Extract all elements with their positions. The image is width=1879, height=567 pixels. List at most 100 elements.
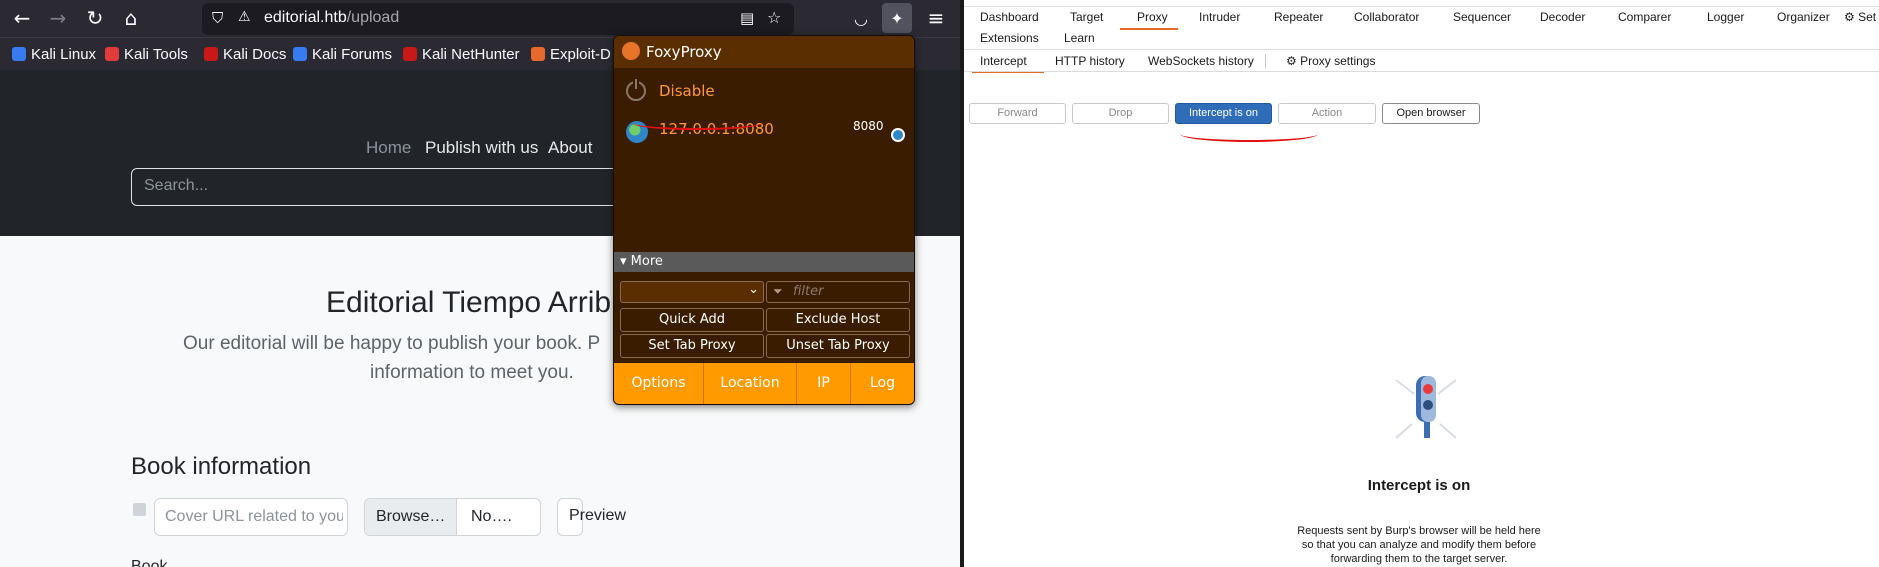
red-underline-annotation <box>1180 126 1318 142</box>
subtab-divider <box>1265 54 1266 68</box>
broken-image-icon <box>133 503 146 516</box>
foxyproxy-logo-icon <box>622 42 640 60</box>
tab-extensions[interactable]: Extensions <box>980 31 1039 45</box>
subtab-intercept[interactable]: Intercept <box>980 54 1027 68</box>
tab-learn[interactable]: Learn <box>1064 31 1095 45</box>
file-name-label: No…. <box>471 508 512 525</box>
cover-url-input[interactable]: Cover URL related to your <box>154 498 348 536</box>
options-tab[interactable]: Options <box>614 363 704 404</box>
menu-icon[interactable]: ≡ <box>920 2 952 34</box>
disable-option[interactable]: Disable <box>659 82 715 100</box>
foxyproxy-popup: FoxyProxy Disable 127.0.0.1:8080 8080 ▾ … <box>613 35 915 405</box>
file-input[interactable]: Browse… No…. <box>364 498 541 536</box>
page-subtitle-line1: Our editorial will be happy to publish y… <box>183 333 601 354</box>
subtab-http-history[interactable]: HTTP history <box>1055 54 1125 68</box>
book-label: Book <box>131 558 168 567</box>
tab-row-separator <box>964 49 1879 50</box>
proxy-settings-label: Proxy settings <box>1300 54 1376 68</box>
nav-home-link[interactable]: Home <box>366 138 411 158</box>
reload-icon[interactable]: ↻ <box>79 2 111 34</box>
kali-docs-icon <box>204 47 218 61</box>
insecure-lock-icon[interactable]: ⚠ <box>238 9 251 25</box>
nav-publish-link[interactable]: Publish with us <box>425 138 538 158</box>
subtab-proxy-settings[interactable]: ⚙ Proxy settings <box>1286 54 1375 68</box>
url-path: /upload <box>346 9 400 26</box>
forward-button[interactable]: Forward <box>969 103 1066 124</box>
firefox-window: ← → ↻ ⌂ ⛉ ⚠ editorial.htb/upload ▤ ☆ ◡ ✦… <box>0 0 960 567</box>
exploit-db-icon <box>531 47 545 61</box>
power-icon[interactable] <box>626 79 646 101</box>
log-tab[interactable]: Log <box>851 363 914 404</box>
kali-dragon-icon <box>12 47 26 61</box>
tab-target[interactable]: Target <box>1070 10 1103 24</box>
foxyproxy-bottom-bar: Options Location IP Log <box>614 363 914 404</box>
forward-arrow-icon[interactable]: → <box>42 2 74 34</box>
pocket-icon[interactable]: ◡ <box>845 2 877 34</box>
page-title: Editorial Tiempo Arrib <box>326 286 612 319</box>
set-tab-proxy-button[interactable]: Set Tab Proxy <box>620 334 764 358</box>
gear-icon: ⚙ <box>1286 54 1297 68</box>
active-tab-indicator <box>1120 28 1178 30</box>
browser-toolbar: ← → ↻ ⌂ ⛉ ⚠ editorial.htb/upload ▤ ☆ ◡ ✦… <box>0 0 960 37</box>
intercept-toggle-button[interactable]: Intercept is on <box>1175 103 1272 124</box>
chevron-down-icon: ⌄ <box>748 282 759 297</box>
page-subtitle-line2: information to meet you. <box>370 362 574 383</box>
browse-button[interactable]: Browse… <box>365 499 457 535</box>
more-section-header[interactable]: ▾ More <box>614 252 914 272</box>
bookmark-kali-forums[interactable]: Kali Forums <box>293 46 392 63</box>
home-icon[interactable]: ⌂ <box>115 2 147 34</box>
open-browser-button[interactable]: Open browser <box>1382 103 1480 124</box>
ip-tab[interactable]: IP <box>797 363 851 404</box>
bookmark-kali-linux[interactable]: Kali Linux <box>12 46 96 63</box>
kali-nethunter-icon <box>403 47 417 61</box>
red-underline-annotation <box>632 116 762 130</box>
tab-settings[interactable]: ⚙ Set <box>1844 10 1876 24</box>
tab-collaborator[interactable]: Collaborator <box>1354 10 1419 24</box>
drop-button[interactable]: Drop <box>1072 103 1169 124</box>
burp-suite-window: Dashboard Target Proxy Intruder Repeater… <box>964 0 1879 567</box>
tab-logger[interactable]: Logger <box>1707 10 1744 24</box>
foxyproxy-header: FoxyProxy <box>614 36 914 68</box>
quick-add-button[interactable]: Quick Add <box>620 308 764 332</box>
url-bar[interactable]: ⛉ ⚠ editorial.htb/upload ▤ ☆ <box>202 3 794 35</box>
subtab-row-separator <box>964 71 1879 72</box>
kali-forums-icon <box>293 47 307 61</box>
tab-sequencer[interactable]: Sequencer <box>1453 10 1511 24</box>
tab-organizer[interactable]: Organizer <box>1777 10 1830 24</box>
tab-decoder[interactable]: Decoder <box>1540 10 1585 24</box>
location-tab[interactable]: Location <box>704 363 797 404</box>
proxy-port: 8080 <box>853 119 884 133</box>
proxy-selected-radio[interactable] <box>891 128 905 142</box>
proxy-select[interactable]: ⌄ <box>620 281 764 303</box>
exclude-host-button[interactable]: Exclude Host <box>766 308 910 332</box>
filter-placeholder: filter <box>793 284 824 299</box>
kali-tools-icon <box>105 47 119 61</box>
tab-proxy[interactable]: Proxy <box>1137 10 1168 24</box>
bookmark-kali-nethunter[interactable]: Kali NetHunter <box>403 46 520 63</box>
reader-view-icon[interactable]: ▤ <box>740 9 754 27</box>
unset-tab-proxy-button[interactable]: Unset Tab Proxy <box>766 334 910 358</box>
burp-title-strip <box>964 0 1879 7</box>
bookmark-star-icon[interactable]: ☆ <box>767 8 781 27</box>
traffic-light-icon <box>1395 376 1457 439</box>
foxyproxy-title: FoxyProxy <box>646 43 722 61</box>
nav-about-link[interactable]: About <box>548 138 592 158</box>
bookmark-exploit-db[interactable]: Exploit-D <box>531 46 611 63</box>
filter-funnel-icon: ⏷ <box>773 284 783 298</box>
bookmark-kali-docs[interactable]: Kali Docs <box>204 46 286 63</box>
url-host: editorial.htb <box>264 9 347 26</box>
bookmark-kali-tools[interactable]: Kali Tools <box>105 46 188 63</box>
tab-intruder[interactable]: Intruder <box>1199 10 1240 24</box>
action-button[interactable]: Action <box>1278 103 1376 124</box>
shield-icon[interactable]: ⛉ <box>212 9 223 27</box>
tab-comparer[interactable]: Comparer <box>1618 10 1671 24</box>
preview-label[interactable]: Preview <box>569 507 626 525</box>
book-information-heading: Book information <box>131 453 312 480</box>
extensions-icon[interactable]: ✦ <box>882 3 912 33</box>
tab-dashboard[interactable]: Dashboard <box>980 10 1039 24</box>
intercept-status-title: Intercept is on <box>1367 477 1471 494</box>
subtab-websockets-history[interactable]: WebSockets history <box>1148 54 1254 68</box>
filter-input[interactable]: ⏷ filter <box>766 281 910 303</box>
back-arrow-icon[interactable]: ← <box>6 2 38 34</box>
tab-repeater[interactable]: Repeater <box>1274 10 1323 24</box>
